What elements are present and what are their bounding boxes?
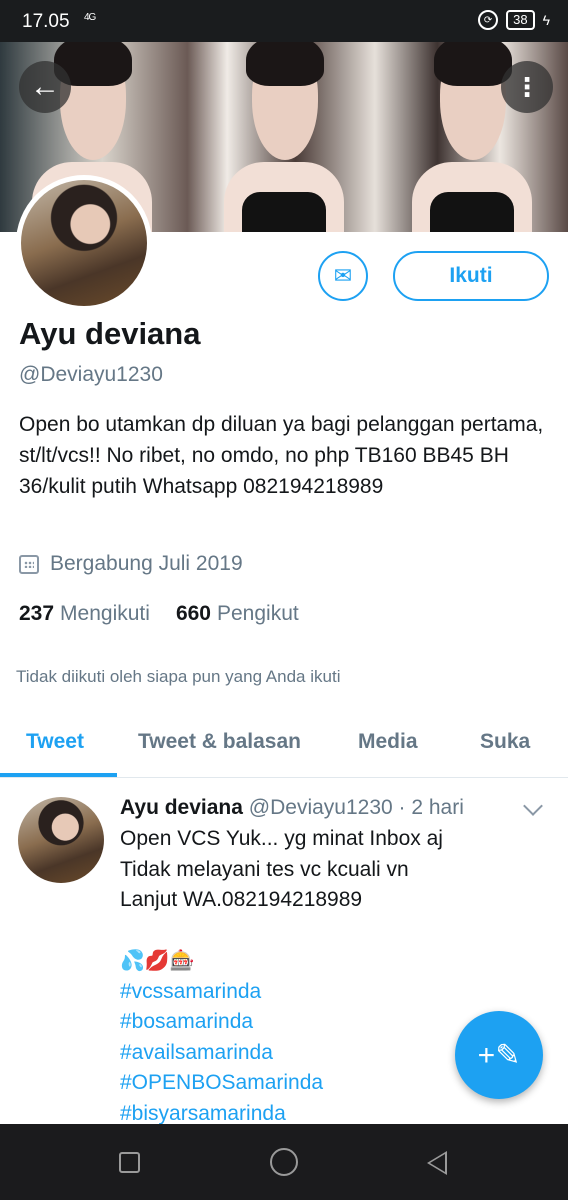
tab-likes[interactable]: Suka <box>480 730 530 754</box>
active-tab-indicator <box>0 773 117 777</box>
tweet-emojis: 💦💋🎰 <box>120 950 195 972</box>
status-right: ⟳ 38 ϟ <box>478 10 550 30</box>
compose-tweet-button[interactable]: +✎ <box>455 1011 543 1099</box>
tweet-line: Tidak melayani tes vc kcuali vn <box>120 857 409 881</box>
joined-date: Bergabung Juli 2019 <box>19 552 243 576</box>
tweet-meta: @Deviayu1230 · 2 hari <box>248 796 464 819</box>
tweet-avatar[interactable] <box>18 797 104 883</box>
tweet-line: Lanjut WA.082194218989 <box>120 888 363 911</box>
message-button[interactable]: ✉ <box>318 251 368 301</box>
follow-stats: 237 Mengikuti 660 Pengikut <box>19 602 299 626</box>
tab-media[interactable]: Media <box>358 730 418 754</box>
envelope-icon: ✉ <box>333 263 353 288</box>
arrow-left-icon: ← <box>30 70 60 103</box>
vertical-ellipsis-icon: ⋮ <box>514 72 540 102</box>
follow-button[interactable]: Ikuti <box>393 251 549 301</box>
profile-handle: @Deviayu1230 <box>19 363 163 386</box>
tweet-line: Open VCS Yuk... yg minat Inbox aj <box>120 827 443 850</box>
battery-icon: 38 <box>506 10 535 30</box>
followers-link[interactable]: 660 Pengikut <box>176 602 299 626</box>
feather-plus-icon: +✎ <box>477 1038 521 1072</box>
tab-tweet[interactable]: Tweet <box>26 730 84 754</box>
rotation-lock-icon: ⟳ <box>478 10 499 30</box>
tab-tweet-replies[interactable]: Tweet & balasan <box>138 730 301 754</box>
joined-label: Bergabung Juli 2019 <box>50 552 243 575</box>
profile-tabs: Tweet Tweet & balasan Media Suka <box>0 714 568 778</box>
more-options-button[interactable]: ⋮ <box>501 61 553 113</box>
profile-display-name: Ayu deviana <box>19 316 201 351</box>
profile-avatar[interactable] <box>16 175 152 311</box>
status-time: 17.05 <box>22 11 70 32</box>
back-button[interactable]: ← <box>19 61 71 113</box>
chevron-down-icon[interactable] <box>523 796 543 816</box>
banner-photo-2 <box>222 42 344 232</box>
calendar-icon <box>19 554 39 574</box>
hashtag-link[interactable]: #vcssamarinda <box>120 977 550 1008</box>
signal-icon: 4G <box>84 12 96 23</box>
tweet-author-name: Ayu deviana <box>120 796 243 819</box>
followed-by-text: Tidak diikuti oleh siapa pun yang Anda i… <box>16 667 341 686</box>
tweet-header: Ayu deviana @Deviayu1230 · 2 hari <box>120 796 464 820</box>
status-bar: 17.05 4G ⟳ 38 ϟ <box>0 0 568 42</box>
charging-icon: ϟ <box>542 12 550 28</box>
profile-bio: Open bo utamkan dp diluan ya bagi pelang… <box>19 413 544 498</box>
following-link[interactable]: 237 Mengikuti <box>19 602 150 626</box>
android-nav-bar <box>0 1124 568 1200</box>
back-nav-icon[interactable] <box>427 1151 447 1175</box>
recent-apps-icon[interactable] <box>119 1152 140 1173</box>
home-icon[interactable] <box>270 1148 298 1176</box>
